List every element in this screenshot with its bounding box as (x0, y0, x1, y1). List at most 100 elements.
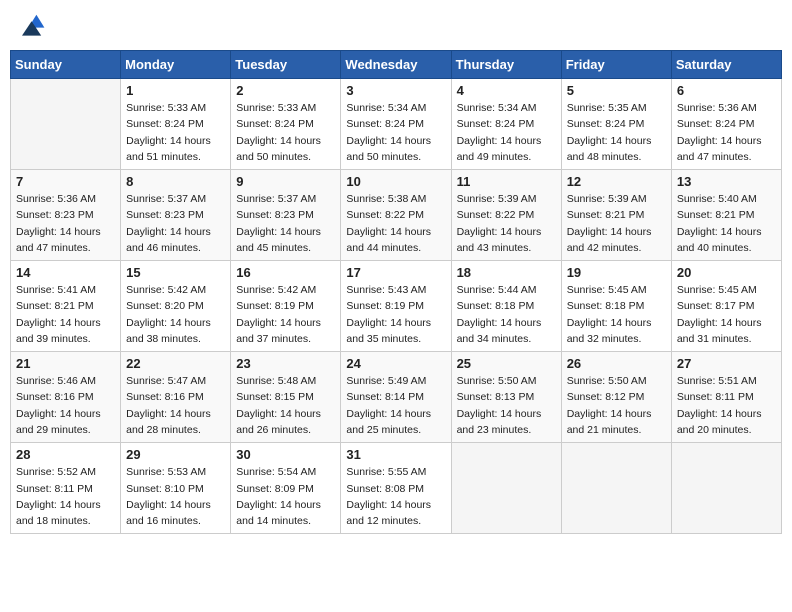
day-number: 22 (126, 356, 225, 371)
sunset: Sunset: 8:21 PM (567, 209, 645, 221)
daylight: Daylight: 14 hours and 20 minutes. (677, 408, 762, 436)
day-cell: 3 Sunrise: 5:34 AM Sunset: 8:24 PM Dayli… (341, 79, 451, 170)
day-number: 3 (346, 83, 445, 98)
daylight: Daylight: 14 hours and 21 minutes. (567, 408, 652, 436)
daylight: Daylight: 14 hours and 12 minutes. (346, 499, 431, 527)
sunset: Sunset: 8:11 PM (16, 483, 93, 495)
day-cell (671, 443, 781, 534)
sunrise: Sunrise: 5:37 AM (126, 193, 206, 205)
sunrise: Sunrise: 5:54 AM (236, 466, 316, 478)
day-cell: 10 Sunrise: 5:38 AM Sunset: 8:22 PM Dayl… (341, 170, 451, 261)
day-cell: 9 Sunrise: 5:37 AM Sunset: 8:23 PM Dayli… (231, 170, 341, 261)
day-info: Sunrise: 5:55 AM Sunset: 8:08 PM Dayligh… (346, 464, 445, 529)
day-cell: 17 Sunrise: 5:43 AM Sunset: 8:19 PM Dayl… (341, 261, 451, 352)
sunset: Sunset: 8:18 PM (567, 300, 645, 312)
daylight: Daylight: 14 hours and 31 minutes. (677, 317, 762, 345)
daylight: Daylight: 14 hours and 47 minutes. (677, 135, 762, 163)
sunrise: Sunrise: 5:48 AM (236, 375, 316, 387)
daylight: Daylight: 14 hours and 50 minutes. (236, 135, 321, 163)
sunset: Sunset: 8:12 PM (567, 391, 645, 403)
sunset: Sunset: 8:16 PM (126, 391, 204, 403)
day-info: Sunrise: 5:39 AM Sunset: 8:22 PM Dayligh… (457, 191, 556, 256)
day-number: 19 (567, 265, 666, 280)
day-number: 12 (567, 174, 666, 189)
day-info: Sunrise: 5:36 AM Sunset: 8:23 PM Dayligh… (16, 191, 115, 256)
sunrise: Sunrise: 5:42 AM (126, 284, 206, 296)
day-cell: 18 Sunrise: 5:44 AM Sunset: 8:18 PM Dayl… (451, 261, 561, 352)
day-cell: 4 Sunrise: 5:34 AM Sunset: 8:24 PM Dayli… (451, 79, 561, 170)
day-info: Sunrise: 5:33 AM Sunset: 8:24 PM Dayligh… (126, 100, 225, 165)
day-number: 29 (126, 447, 225, 462)
daylight: Daylight: 14 hours and 48 minutes. (567, 135, 652, 163)
daylight: Daylight: 14 hours and 43 minutes. (457, 226, 542, 254)
sunset: Sunset: 8:23 PM (126, 209, 204, 221)
daylight: Daylight: 14 hours and 34 minutes. (457, 317, 542, 345)
day-number: 23 (236, 356, 335, 371)
day-cell: 30 Sunrise: 5:54 AM Sunset: 8:09 PM Dayl… (231, 443, 341, 534)
day-info: Sunrise: 5:40 AM Sunset: 8:21 PM Dayligh… (677, 191, 776, 256)
sunrise: Sunrise: 5:51 AM (677, 375, 757, 387)
day-info: Sunrise: 5:51 AM Sunset: 8:11 PM Dayligh… (677, 373, 776, 438)
day-info: Sunrise: 5:39 AM Sunset: 8:21 PM Dayligh… (567, 191, 666, 256)
day-number: 28 (16, 447, 115, 462)
week-row-4: 21 Sunrise: 5:46 AM Sunset: 8:16 PM Dayl… (11, 352, 782, 443)
day-info: Sunrise: 5:44 AM Sunset: 8:18 PM Dayligh… (457, 282, 556, 347)
header-cell-tuesday: Tuesday (231, 51, 341, 79)
sunrise: Sunrise: 5:42 AM (236, 284, 316, 296)
day-cell (11, 79, 121, 170)
calendar-table: SundayMondayTuesdayWednesdayThursdayFrid… (10, 50, 782, 534)
sunset: Sunset: 8:13 PM (457, 391, 535, 403)
day-cell: 25 Sunrise: 5:50 AM Sunset: 8:13 PM Dayl… (451, 352, 561, 443)
daylight: Daylight: 14 hours and 45 minutes. (236, 226, 321, 254)
header-cell-thursday: Thursday (451, 51, 561, 79)
week-row-5: 28 Sunrise: 5:52 AM Sunset: 8:11 PM Dayl… (11, 443, 782, 534)
day-number: 31 (346, 447, 445, 462)
day-number: 17 (346, 265, 445, 280)
sunset: Sunset: 8:19 PM (236, 300, 314, 312)
daylight: Daylight: 14 hours and 39 minutes. (16, 317, 101, 345)
day-cell: 6 Sunrise: 5:36 AM Sunset: 8:24 PM Dayli… (671, 79, 781, 170)
day-cell: 7 Sunrise: 5:36 AM Sunset: 8:23 PM Dayli… (11, 170, 121, 261)
sunrise: Sunrise: 5:52 AM (16, 466, 96, 478)
day-number: 20 (677, 265, 776, 280)
page-header (10, 10, 782, 42)
day-info: Sunrise: 5:36 AM Sunset: 8:24 PM Dayligh… (677, 100, 776, 165)
day-info: Sunrise: 5:42 AM Sunset: 8:20 PM Dayligh… (126, 282, 225, 347)
day-cell: 27 Sunrise: 5:51 AM Sunset: 8:11 PM Dayl… (671, 352, 781, 443)
daylight: Daylight: 14 hours and 50 minutes. (346, 135, 431, 163)
sunrise: Sunrise: 5:41 AM (16, 284, 96, 296)
day-info: Sunrise: 5:53 AM Sunset: 8:10 PM Dayligh… (126, 464, 225, 529)
sunset: Sunset: 8:11 PM (677, 391, 754, 403)
sunset: Sunset: 8:24 PM (236, 118, 314, 130)
daylight: Daylight: 14 hours and 23 minutes. (457, 408, 542, 436)
sunrise: Sunrise: 5:36 AM (16, 193, 96, 205)
daylight: Daylight: 14 hours and 28 minutes. (126, 408, 211, 436)
day-number: 25 (457, 356, 556, 371)
daylight: Daylight: 14 hours and 47 minutes. (16, 226, 101, 254)
day-number: 24 (346, 356, 445, 371)
day-cell: 14 Sunrise: 5:41 AM Sunset: 8:21 PM Dayl… (11, 261, 121, 352)
header-cell-sunday: Sunday (11, 51, 121, 79)
logo (14, 10, 50, 42)
daylight: Daylight: 14 hours and 35 minutes. (346, 317, 431, 345)
day-info: Sunrise: 5:48 AM Sunset: 8:15 PM Dayligh… (236, 373, 335, 438)
day-number: 13 (677, 174, 776, 189)
sunrise: Sunrise: 5:33 AM (236, 102, 316, 114)
sunrise: Sunrise: 5:45 AM (677, 284, 757, 296)
day-cell: 19 Sunrise: 5:45 AM Sunset: 8:18 PM Dayl… (561, 261, 671, 352)
sunset: Sunset: 8:21 PM (16, 300, 94, 312)
day-cell: 11 Sunrise: 5:39 AM Sunset: 8:22 PM Dayl… (451, 170, 561, 261)
sunrise: Sunrise: 5:50 AM (567, 375, 647, 387)
daylight: Daylight: 14 hours and 14 minutes. (236, 499, 321, 527)
sunset: Sunset: 8:17 PM (677, 300, 755, 312)
sunrise: Sunrise: 5:47 AM (126, 375, 206, 387)
day-cell (451, 443, 561, 534)
day-info: Sunrise: 5:34 AM Sunset: 8:24 PM Dayligh… (457, 100, 556, 165)
sunrise: Sunrise: 5:37 AM (236, 193, 316, 205)
daylight: Daylight: 14 hours and 42 minutes. (567, 226, 652, 254)
day-cell: 28 Sunrise: 5:52 AM Sunset: 8:11 PM Dayl… (11, 443, 121, 534)
day-info: Sunrise: 5:45 AM Sunset: 8:18 PM Dayligh… (567, 282, 666, 347)
sunset: Sunset: 8:24 PM (677, 118, 755, 130)
sunrise: Sunrise: 5:38 AM (346, 193, 426, 205)
sunset: Sunset: 8:24 PM (126, 118, 204, 130)
